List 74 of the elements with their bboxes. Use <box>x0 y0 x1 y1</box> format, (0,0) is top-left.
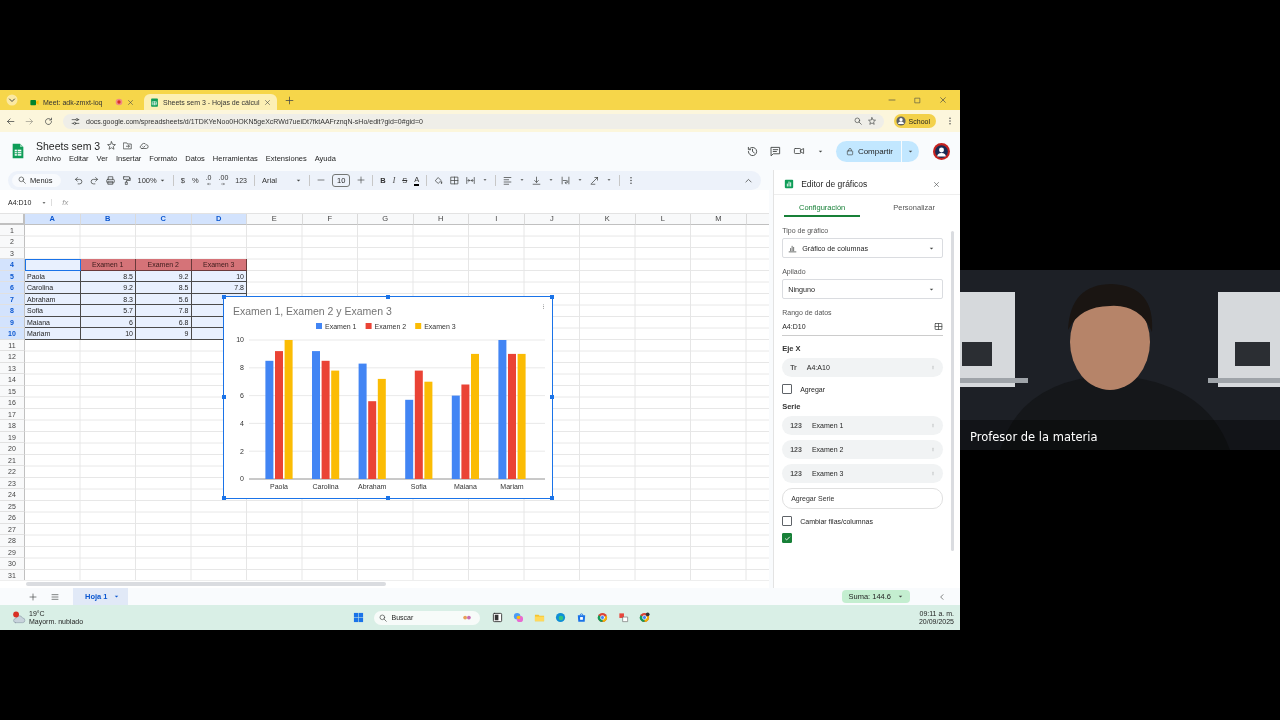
search-icon <box>378 613 387 622</box>
history-icon[interactable] <box>746 145 758 157</box>
checkbox[interactable] <box>782 384 793 394</box>
resize-handle[interactable] <box>222 395 226 400</box>
panel-title: Editor de gráficos <box>801 179 868 189</box>
resize-handle[interactable] <box>550 495 554 500</box>
spreadsheet-icon <box>150 97 159 107</box>
document-title[interactable]: Sheets sem 3 <box>36 139 101 152</box>
tab-list-icon[interactable] <box>6 94 18 106</box>
chart-title: Examen 1, Examen 2 y Examen 3 <box>233 304 392 317</box>
lock-icon <box>845 146 854 156</box>
caption-text: Profesor de la materia <box>970 430 1098 444</box>
checkbox[interactable] <box>782 533 793 543</box>
comment-icon[interactable] <box>769 145 781 157</box>
chart-icon <box>784 179 795 189</box>
grid-select-icon[interactable] <box>934 322 943 331</box>
app-icon[interactable] <box>491 612 503 623</box>
app-icon[interactable] <box>638 612 650 623</box>
start-icon[interactable] <box>352 612 364 623</box>
wrap-icon[interactable] <box>561 175 571 185</box>
add-sheet-icon[interactable] <box>29 592 37 601</box>
folder-icon[interactable] <box>123 141 133 150</box>
share-button[interactable]: Compartir <box>835 140 901 162</box>
arrow-icon <box>205 182 212 187</box>
undo-icon[interactable] <box>73 175 83 185</box>
search-icon <box>18 176 26 185</box>
merge-icon[interactable] <box>466 175 476 185</box>
recording-icon <box>115 98 123 106</box>
redo-icon[interactable] <box>89 175 99 185</box>
close-icon[interactable] <box>263 98 271 106</box>
close-icon[interactable] <box>933 180 940 188</box>
menu-icon[interactable] <box>946 116 954 126</box>
video-call-icon <box>30 97 39 107</box>
checkbox[interactable] <box>782 516 793 526</box>
resize-handle[interactable] <box>222 495 226 500</box>
vertical-align-icon[interactable] <box>532 175 542 185</box>
scrollbar[interactable] <box>26 582 386 587</box>
more-icon[interactable] <box>541 301 546 311</box>
resize-handle[interactable] <box>550 395 554 400</box>
plus-icon[interactable] <box>357 176 366 185</box>
star-icon[interactable] <box>107 141 117 150</box>
reload-icon[interactable] <box>44 116 53 126</box>
maximize-icon[interactable] <box>914 96 921 104</box>
sheet-list-icon[interactable] <box>51 592 59 601</box>
fill-color-icon[interactable] <box>434 175 444 185</box>
resize-handle[interactable] <box>386 294 390 299</box>
caret-icon <box>41 199 48 206</box>
avatar-icon[interactable] <box>933 142 950 160</box>
star-icon[interactable] <box>867 117 876 125</box>
weather-icon[interactable] <box>12 610 26 625</box>
spreadsheet-logo-icon[interactable] <box>10 141 26 161</box>
borders-icon[interactable] <box>450 175 460 185</box>
cloud-icon[interactable] <box>139 141 150 150</box>
paint-format-icon[interactable] <box>121 175 131 185</box>
caret-icon <box>897 593 904 600</box>
back-icon[interactable] <box>6 116 15 126</box>
zoom-icon[interactable] <box>853 117 862 125</box>
active-cell[interactable] <box>25 259 81 271</box>
resize-handle[interactable] <box>550 294 554 299</box>
camera-icon[interactable] <box>792 146 805 156</box>
rotate-icon[interactable] <box>590 175 600 185</box>
arrow-icon <box>220 182 227 187</box>
new-tab-icon[interactable] <box>284 95 294 105</box>
print-icon[interactable] <box>105 175 115 185</box>
resize-handle[interactable] <box>386 495 390 500</box>
column-chart-icon <box>788 243 798 253</box>
scrollbar[interactable] <box>951 231 954 551</box>
site-settings-icon[interactable] <box>71 116 80 126</box>
avatar-icon <box>895 116 906 126</box>
close-icon[interactable] <box>939 96 947 104</box>
align-icon[interactable] <box>503 175 513 185</box>
close-icon[interactable] <box>127 98 134 106</box>
resize-handle[interactable] <box>222 294 226 299</box>
collapse-icon[interactable] <box>938 592 946 601</box>
